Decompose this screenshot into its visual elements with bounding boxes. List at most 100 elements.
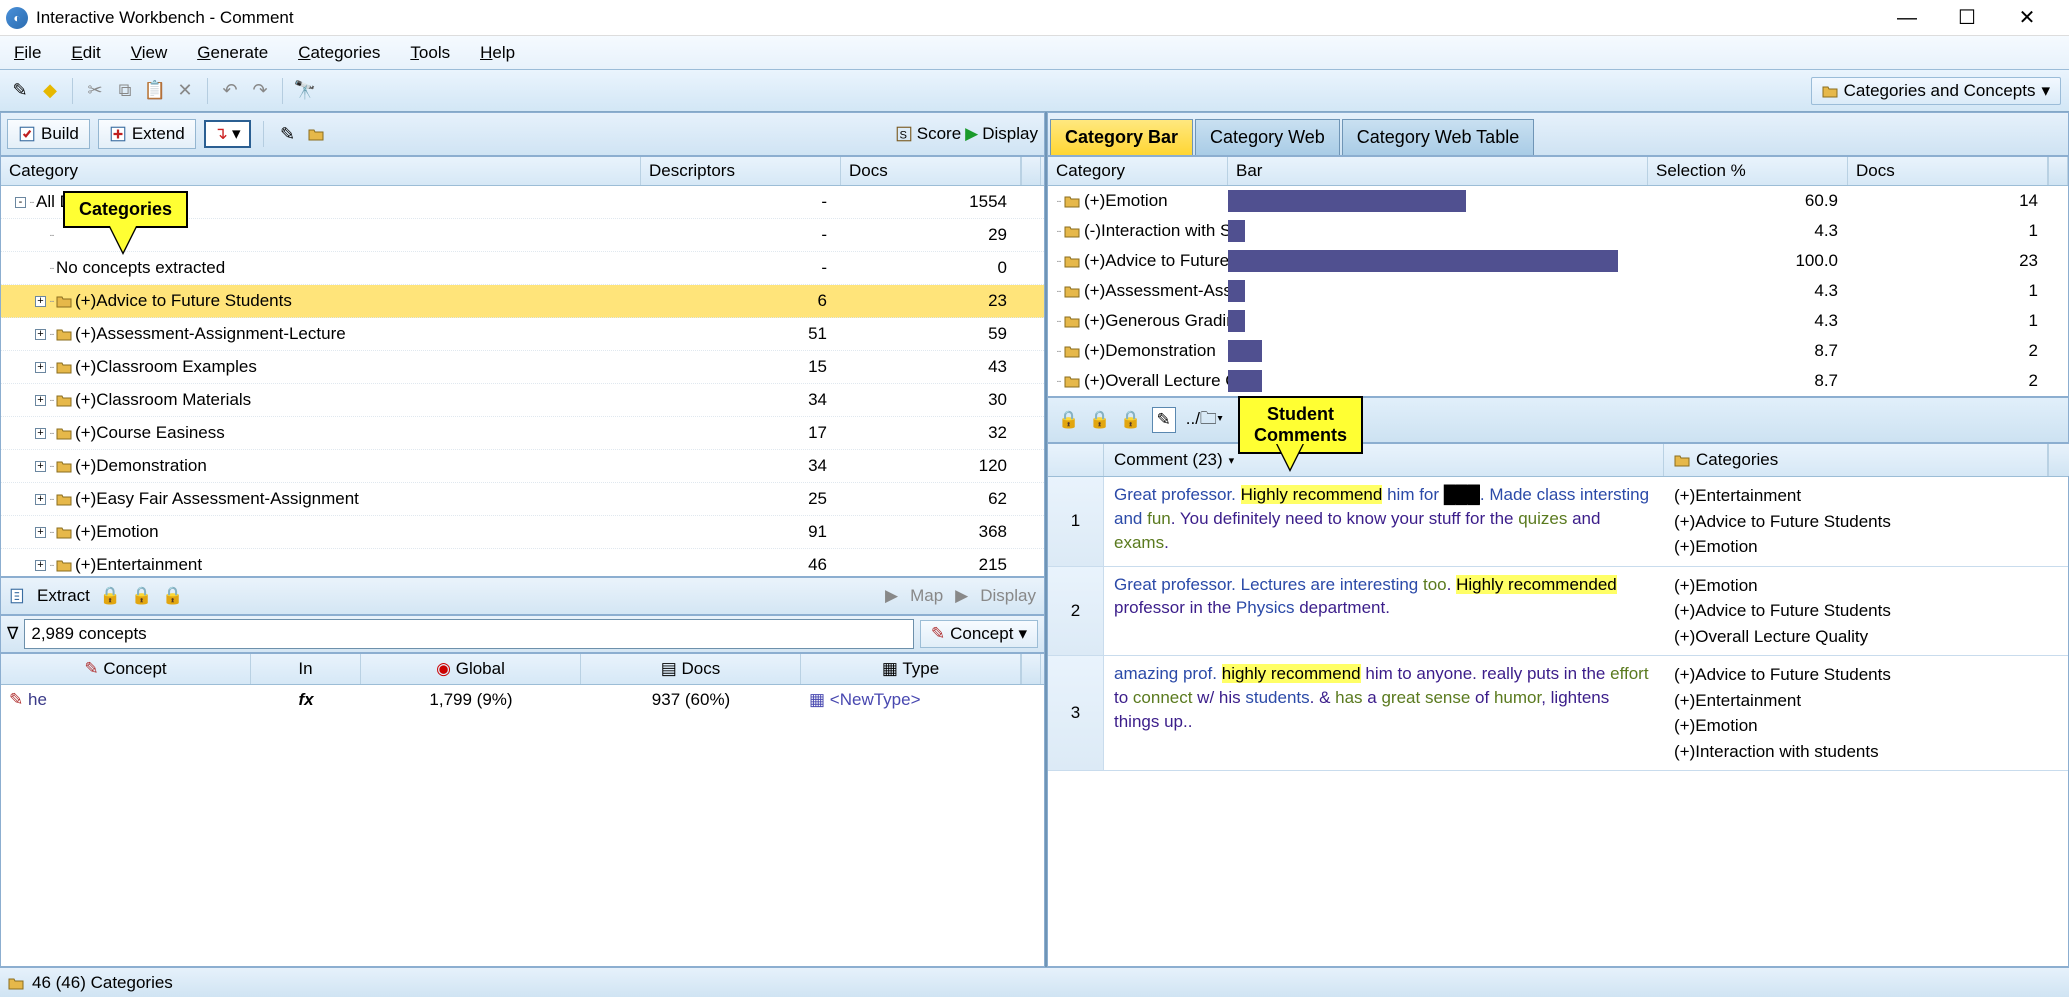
lock1-icon[interactable]: 🔒	[1058, 410, 1079, 430]
col-categories[interactable]: Categories	[1664, 444, 2048, 476]
diamond-icon[interactable]: ◆	[38, 79, 62, 103]
viz-toolbar: 🔒 🔒 🔒 ✎ ../🗀▾ Student Comments	[1047, 397, 2069, 443]
col-category[interactable]: Category	[1, 157, 641, 185]
col-docs[interactable]: Docs	[841, 157, 1021, 185]
category-row[interactable]: +···(+)Course Easiness1732	[1, 417, 1044, 450]
col-comment[interactable]: Comment (23) ▾	[1104, 444, 1664, 476]
concept-filter-bar: ∇ ✎ Concept ▾	[0, 615, 1045, 653]
menu-categories[interactable]: Categories	[292, 40, 386, 66]
menu-view[interactable]: View	[125, 40, 174, 66]
new-icon[interactable]: ✎	[8, 79, 32, 103]
comment-row[interactable]: 2Great professor. Lectures are interesti…	[1048, 567, 2068, 657]
tab-category-bar[interactable]: Category Bar	[1050, 119, 1193, 155]
maximize-button[interactable]: ☐	[1951, 5, 1983, 31]
callout-categories: Categories	[63, 191, 188, 228]
category-row[interactable]: +···(+)Advice to Future Students623	[1, 285, 1044, 318]
concept-table: ✎ Concept In ◉ Global ▤ Docs ▦ Type ✎ he…	[0, 653, 1045, 967]
play-map-icon: ▶	[885, 586, 898, 606]
close-button[interactable]: ✕	[2011, 5, 2043, 31]
copy-icon[interactable]: ⧉	[113, 79, 137, 103]
pencil-icon[interactable]: ✎	[276, 122, 300, 146]
category-row[interactable]: +···(+)Classroom Examples1543	[1, 351, 1044, 384]
menu-file[interactable]: File	[8, 40, 47, 66]
display-button-2[interactable]: Display	[980, 586, 1036, 606]
col-bar[interactable]: Bar	[1228, 157, 1648, 185]
undo-icon[interactable]: ↶	[218, 79, 242, 103]
tab-category-web-table[interactable]: Category Web Table	[1342, 119, 1534, 155]
extract-button[interactable]: Extract	[37, 586, 90, 606]
category-bar-chart: Category Bar Selection % Docs ···(+)Emot…	[1047, 156, 2069, 397]
col-descriptors[interactable]: Descriptors	[641, 157, 841, 185]
minimize-button[interactable]: —	[1891, 5, 1923, 31]
bar-row[interactable]: ···(+)Generous Gradir4.31	[1048, 306, 2068, 336]
extend-button[interactable]: Extend	[98, 119, 196, 149]
category-row[interactable]: +···(+)Demonstration34120	[1, 450, 1044, 483]
window-title: Interactive Workbench - Comment	[36, 8, 294, 28]
lock1-icon[interactable]: 🔒	[100, 586, 121, 606]
concept-count-input[interactable]	[24, 619, 914, 649]
cut-icon[interactable]: ✂	[83, 79, 107, 103]
category-row[interactable]: ···No concepts extracted-0	[1, 252, 1044, 285]
lock2-icon[interactable]: 🔒	[1089, 410, 1110, 430]
statusbar: 46 (46) Categories	[0, 967, 2069, 997]
col-in[interactable]: In	[251, 654, 361, 684]
bar-row[interactable]: ···(+)Overall Lecture C8.72	[1048, 366, 2068, 396]
paste-icon[interactable]: 📋	[143, 79, 167, 103]
svg-text:S: S	[899, 130, 907, 142]
col-docs[interactable]: ▤ Docs	[581, 654, 801, 684]
category-tree: Category Descriptors Docs -···All Docume…	[0, 156, 1045, 577]
categories-concepts-button[interactable]: Categories and Concepts ▾	[1811, 77, 2061, 105]
binoculars-icon[interactable]: 🔭	[293, 79, 317, 103]
path-dropdown[interactable]: ../🗀▾	[1186, 406, 1223, 435]
viz-tabs: Category BarCategory WebCategory Web Tab…	[1047, 112, 2069, 156]
bar-row[interactable]: ···(+)Assessment-Ass4.31	[1048, 276, 2068, 306]
comments-table: Comment (23) ▾ Categories 1Great profess…	[1047, 443, 2069, 967]
dropdown-icon: ▾	[232, 124, 241, 144]
category-row[interactable]: +···(+)Assessment-Assignment-Lecture5159	[1, 318, 1044, 351]
build-dropdown[interactable]: ↴ ▾	[204, 120, 251, 148]
score-icon: S	[895, 125, 913, 143]
category-row[interactable]: +···(+)Classroom Materials3430	[1, 384, 1044, 417]
col-global[interactable]: ◉ Global	[361, 654, 581, 684]
lock3-icon[interactable]: 🔒	[1120, 410, 1141, 430]
tab-category-web[interactable]: Category Web	[1195, 119, 1340, 155]
col-category[interactable]: Category	[1048, 157, 1228, 185]
col-docs[interactable]: Docs	[1848, 157, 2048, 185]
menu-generate[interactable]: Generate	[191, 40, 274, 66]
col-selection[interactable]: Selection %	[1648, 157, 1848, 185]
menu-tools[interactable]: Tools	[404, 40, 456, 66]
col-type[interactable]: ▦ Type	[801, 654, 1021, 684]
filter-icon[interactable]: ∇	[7, 624, 18, 644]
delete-icon[interactable]: ✕	[173, 79, 197, 103]
titlebar: ◐ Interactive Workbench - Comment — ☐ ✕	[0, 0, 2069, 36]
comment-row[interactable]: 1Great professor. Highly recommend him f…	[1048, 477, 2068, 567]
edit-icon[interactable]: ✎	[1152, 407, 1176, 433]
concept-dropdown[interactable]: ✎ Concept ▾	[920, 620, 1038, 648]
col-idx	[1048, 444, 1104, 476]
comment-row[interactable]: 3amazing prof. highly recommend him to a…	[1048, 656, 2068, 771]
scroll-corner	[1021, 157, 1041, 185]
bar-row[interactable]: ···(+)Advice to Future100.023	[1048, 246, 2068, 276]
score-button[interactable]: Score	[917, 124, 961, 144]
bar-row[interactable]: ···(+)Demonstration8.72	[1048, 336, 2068, 366]
bar-row[interactable]: ···(+)Emotion60.914	[1048, 186, 2068, 216]
col-concept[interactable]: ✎ Concept	[1, 654, 251, 684]
lock3-icon[interactable]: 🔒	[162, 586, 183, 606]
lock2-icon[interactable]: 🔒	[131, 586, 152, 606]
bar-row[interactable]: ···(-)Interaction with S4.31	[1048, 216, 2068, 246]
display-button[interactable]: Display	[982, 124, 1038, 144]
build-button[interactable]: Build	[7, 119, 90, 149]
category-row[interactable]: +···(+)Entertainment46215	[1, 549, 1044, 576]
play-icon: ▶	[965, 124, 978, 144]
redo-icon[interactable]: ↷	[248, 79, 272, 103]
category-row[interactable]: +···(+)Easy Fair Assessment-Assignment25…	[1, 483, 1044, 516]
map-button[interactable]: Map	[910, 586, 943, 606]
concept-row[interactable]: ✎ he fx 1,799 (9%) 937 (60%) ▦ <NewType>	[1, 685, 1044, 715]
main-toolbar: ✎ ◆ ✂ ⧉ 📋 ✕ ↶ ↷ 🔭 Categories and Concept…	[0, 70, 2069, 112]
menu-help[interactable]: Help	[474, 40, 521, 66]
folder-icon[interactable]	[308, 126, 324, 142]
extract-icon	[9, 587, 27, 605]
menu-edit[interactable]: Edit	[65, 40, 106, 66]
category-row[interactable]: +···(+)Emotion91368	[1, 516, 1044, 549]
dropdown-icon: ▾	[2041, 81, 2050, 101]
